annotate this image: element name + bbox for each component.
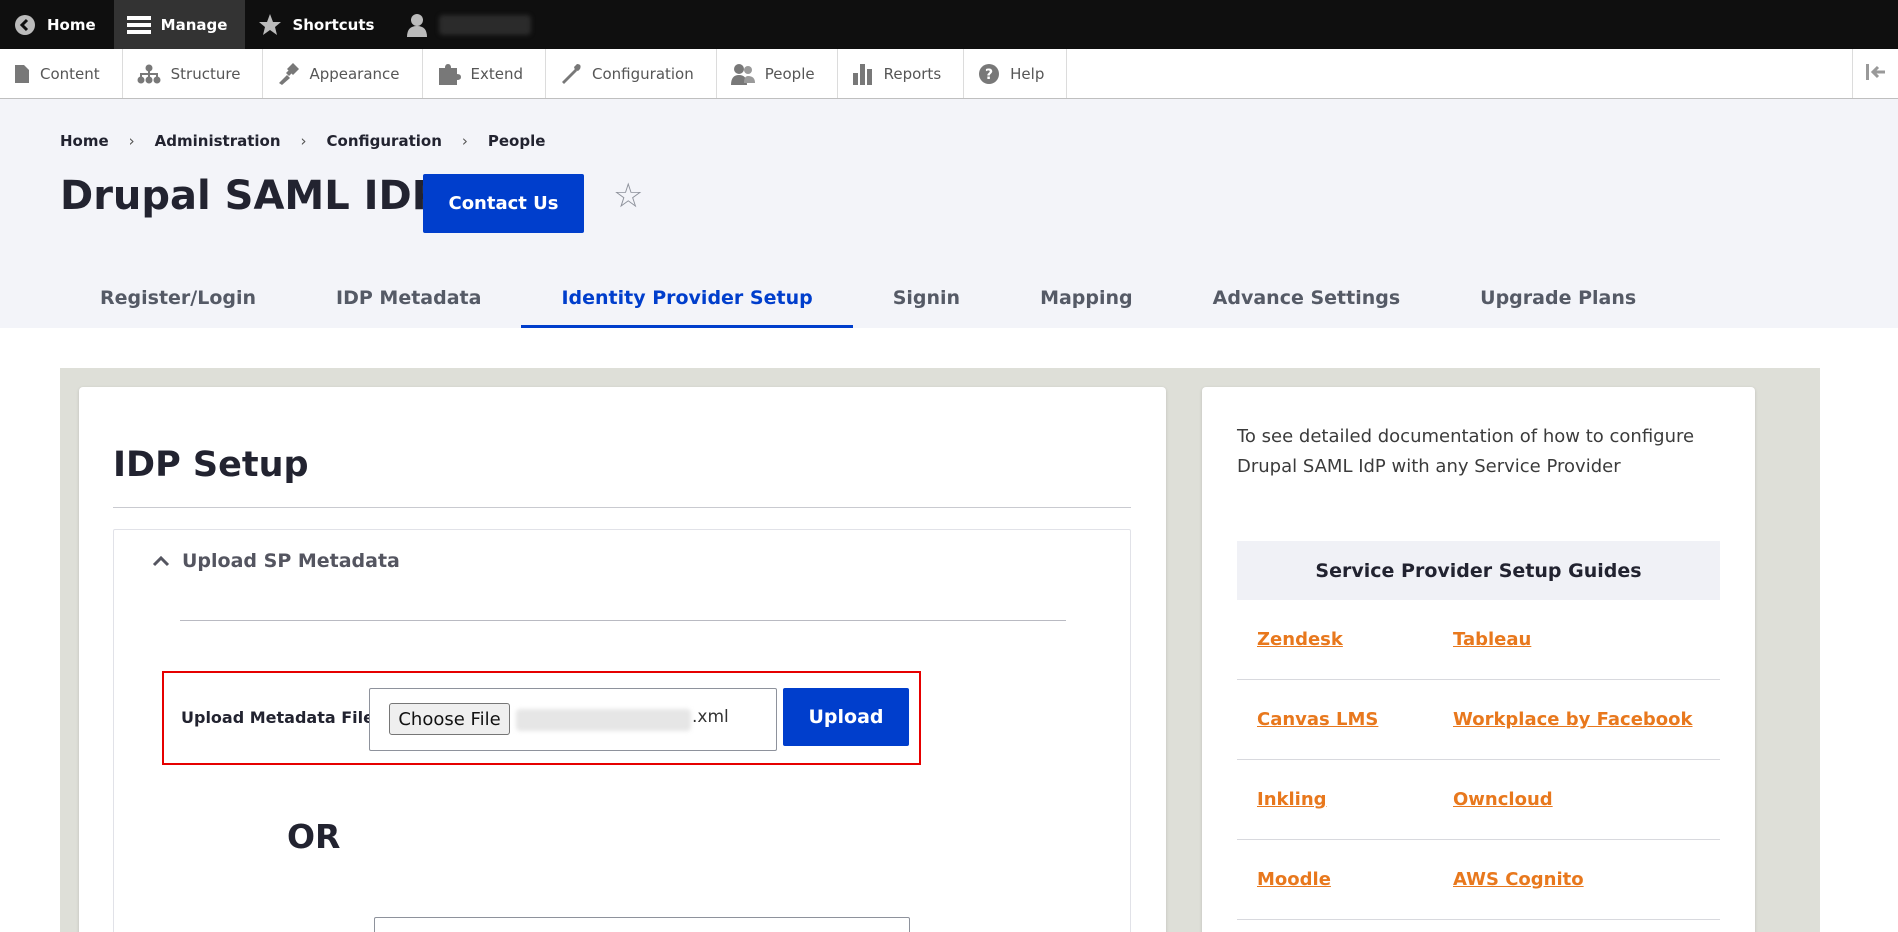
divider (180, 620, 1066, 621)
guide-link-canvas-lms[interactable]: Canvas LMS (1257, 709, 1453, 730)
toolbar-user[interactable] (392, 0, 549, 49)
tray-item-structure[interactable]: Structure (123, 49, 264, 98)
menu-icon (126, 12, 152, 38)
admin-toolbar: Home Manage Shortcuts (0, 0, 1898, 49)
breadcrumb-separator: › (128, 132, 135, 150)
tab-identity-provider-setup[interactable]: Identity Provider Setup (521, 267, 853, 328)
guide-row: Moodle AWS Cognito (1237, 840, 1720, 920)
setup-guides-card: To see detailed documentation of how to … (1202, 387, 1755, 932)
filename-extension: .xml (692, 707, 729, 727)
tab-upgrade-plans[interactable]: Upgrade Plans (1440, 267, 1676, 328)
tray-item-help[interactable]: ? Help (964, 49, 1068, 98)
tray-item-label: Extend (470, 64, 524, 83)
back-arrow-icon (12, 12, 38, 38)
breadcrumb-administration[interactable]: Administration (155, 132, 281, 150)
tab-advance-settings[interactable]: Advance Settings (1173, 267, 1441, 328)
page-title: Drupal SAML IDP (60, 173, 442, 219)
breadcrumb-people[interactable]: People (488, 132, 546, 150)
guide-link-zendesk[interactable]: Zendesk (1257, 629, 1453, 650)
upload-metadata-highlight: Upload Metadata File: Choose File .xml U… (162, 671, 921, 765)
tray-item-label: Structure (170, 64, 241, 83)
toolbar-manage-label: Manage (160, 15, 228, 34)
breadcrumb: Home › Administration › Configuration › … (60, 132, 545, 150)
guide-row: Canvas LMS Workplace by Facebook (1237, 680, 1720, 760)
toolbar-shortcuts[interactable]: Shortcuts (245, 0, 392, 49)
divider (113, 507, 1131, 508)
breadcrumb-home[interactable]: Home (60, 132, 109, 150)
guide-link-aws-cognito[interactable]: AWS Cognito (1453, 869, 1584, 890)
toolbar-manage[interactable]: Manage (113, 0, 246, 49)
tab-idp-metadata[interactable]: IDP Metadata (296, 267, 521, 328)
page-header: Home › Administration › Configuration › … (0, 99, 1898, 328)
guides-title: Service Provider Setup Guides (1237, 541, 1720, 600)
guide-link-tableau[interactable]: Tableau (1453, 629, 1531, 650)
star-icon (257, 12, 283, 38)
toolbar-home-label: Home (47, 15, 96, 34)
structure-icon (137, 64, 161, 84)
summary-label: Upload SP Metadata (182, 550, 400, 572)
tab-bar: Register/Login IDP Metadata Identity Pro… (60, 267, 1676, 328)
guide-link-owncloud[interactable]: Owncloud (1453, 789, 1553, 810)
tray-item-label: Help (1010, 64, 1045, 83)
file-icon (14, 64, 30, 84)
breadcrumb-configuration[interactable]: Configuration (327, 132, 442, 150)
upload-metadata-label: Upload Metadata File: (181, 708, 381, 727)
tray-item-appearance[interactable]: Appearance (263, 49, 423, 98)
filename-redacted (516, 709, 691, 731)
chevron-up-icon (152, 550, 170, 572)
toolbar-shortcuts-label: Shortcuts (292, 15, 375, 34)
breadcrumb-separator: › (461, 132, 468, 150)
tray-item-label: Configuration (592, 64, 694, 83)
guide-row: Inkling Owncloud (1237, 760, 1720, 840)
contact-us-button[interactable]: Contact Us (423, 174, 584, 233)
choose-file-button[interactable]: Choose File (389, 703, 510, 735)
wrench-icon (560, 63, 582, 85)
people-icon (730, 63, 755, 85)
tray-item-content[interactable]: Content (0, 49, 123, 98)
tab-mapping[interactable]: Mapping (1000, 267, 1173, 328)
upload-button[interactable]: Upload (783, 688, 909, 746)
toolbar-home[interactable]: Home (0, 0, 114, 49)
guide-row: Zendesk Tableau (1237, 600, 1720, 680)
tray-item-label: Reports (883, 64, 942, 83)
tray-item-reports[interactable]: Reports (838, 49, 965, 98)
svg-text:?: ? (985, 67, 993, 83)
tray-item-configuration[interactable]: Configuration (546, 49, 717, 98)
tray-item-extend[interactable]: Extend (423, 49, 547, 98)
guides-list: Zendesk Tableau Canvas LMS Workplace by … (1237, 600, 1720, 920)
collapse-left-icon (1865, 62, 1887, 86)
metadata-url-input[interactable] (374, 917, 910, 932)
guide-link-moodle[interactable]: Moodle (1257, 869, 1453, 890)
puzzle-icon (437, 63, 461, 85)
tab-signin[interactable]: Signin (853, 267, 1000, 328)
upload-sp-metadata-summary[interactable]: Upload SP Metadata (152, 550, 400, 572)
or-separator: OR (287, 817, 341, 856)
username-redacted (439, 14, 532, 35)
favorite-star-icon[interactable]: ☆ (613, 179, 643, 213)
tab-register-login[interactable]: Register/Login (60, 267, 296, 328)
documentation-text: To see detailed documentation of how to … (1237, 426, 1695, 477)
tray-item-people[interactable]: People (717, 49, 838, 98)
tray-orientation-toggle[interactable] (1852, 49, 1898, 98)
breadcrumb-separator: › (300, 132, 307, 150)
idp-setup-heading: IDP Setup (113, 445, 309, 485)
tray-item-label: Content (40, 64, 100, 83)
user-icon (404, 12, 430, 38)
bar-chart-icon (852, 63, 874, 85)
guide-link-inkling[interactable]: Inkling (1257, 789, 1453, 810)
paintbrush-icon (277, 62, 300, 85)
idp-setup-card: IDP Setup Upload SP Metadata (79, 387, 1166, 932)
metadata-file-input[interactable]: Choose File .xml (369, 688, 777, 751)
tray-item-label: People (764, 64, 815, 83)
question-icon: ? (978, 63, 1000, 85)
guide-link-workplace-by-facebook[interactable]: Workplace by Facebook (1453, 709, 1693, 730)
admin-tray: Content Structure Appearance Extend Conf… (0, 49, 1898, 99)
tray-item-label: Appearance (309, 64, 400, 83)
